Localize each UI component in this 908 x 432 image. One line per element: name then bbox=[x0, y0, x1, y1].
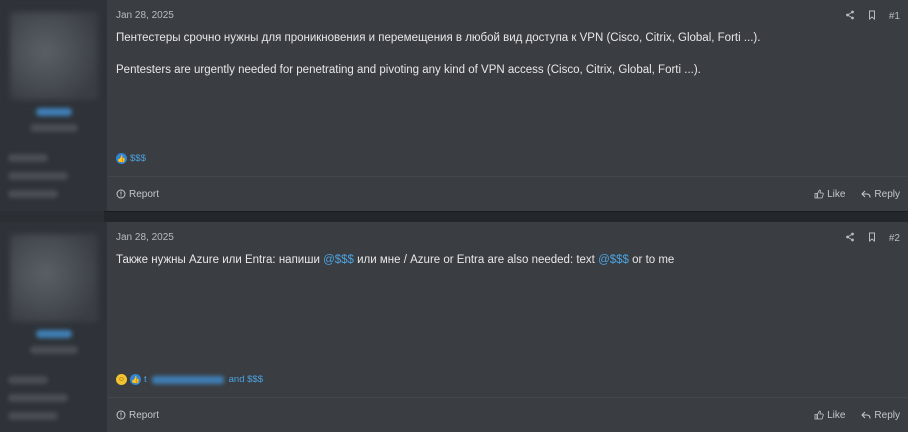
user-stat bbox=[8, 376, 48, 384]
haha-reaction-icon: ☺ bbox=[116, 374, 127, 385]
user-title bbox=[30, 124, 78, 132]
report-label: Report bbox=[129, 188, 160, 200]
like-reaction-icon: 👍 bbox=[130, 374, 141, 385]
post-paragraph: Также нужны Azure или Entra: напиши @$$$… bbox=[116, 252, 898, 268]
post-number[interactable]: #2 bbox=[889, 233, 900, 244]
reactions-bar[interactable]: 👍 $$$ bbox=[116, 153, 146, 164]
post-paragraph-ru: Пентестеры срочно нужны для проникновени… bbox=[116, 32, 761, 44]
like-button[interactable]: Like bbox=[814, 189, 845, 200]
reply-label: Reply bbox=[874, 409, 900, 421]
user-mention[interactable]: @$$$ bbox=[598, 254, 629, 266]
post-1: Jan 28, 2025 #1 Пентестеры срочно нужны … bbox=[0, 0, 908, 211]
user-sidebar bbox=[0, 222, 108, 432]
report-icon bbox=[116, 410, 126, 420]
post-body: Также нужны Azure или Entra: напиши @$$$… bbox=[116, 252, 898, 284]
username[interactable] bbox=[36, 108, 72, 116]
report-icon bbox=[116, 189, 126, 199]
user-stat bbox=[8, 172, 68, 180]
text-segment: Также нужны Azure или Entra: напиши bbox=[116, 254, 324, 266]
report-button[interactable]: Report bbox=[116, 410, 159, 421]
reply-button[interactable]: Reply bbox=[861, 189, 900, 200]
like-label: Like bbox=[827, 409, 846, 421]
post-top-actions: #1 bbox=[845, 10, 900, 23]
post-footer: Report Like Reply bbox=[108, 176, 908, 211]
user-mention[interactable]: @$$$ bbox=[323, 254, 354, 266]
post-2: Jan 28, 2025 #2 Также нужны Azure или En… bbox=[0, 222, 908, 432]
user-sidebar bbox=[0, 0, 108, 211]
post-top-actions: #2 bbox=[845, 232, 900, 245]
like-button[interactable]: Like bbox=[814, 410, 845, 421]
reply-button[interactable]: Reply bbox=[861, 410, 900, 421]
reactions-bar[interactable]: ☺ 👍 t and $$$ bbox=[116, 374, 263, 385]
post-date[interactable]: Jan 28, 2025 bbox=[116, 232, 174, 243]
post-content: Jan 28, 2025 #1 Пентестеры срочно нужны … bbox=[108, 0, 908, 211]
share-icon[interactable] bbox=[845, 10, 855, 23]
text-segment: или мне / Azure or Entra are also needed… bbox=[353, 254, 599, 266]
text-segment: or to me bbox=[628, 254, 675, 266]
reactions-users[interactable]: $$$ bbox=[130, 153, 146, 164]
like-reaction-icon: 👍 bbox=[116, 153, 127, 164]
post-footer: Report Like Reply bbox=[108, 397, 908, 432]
user-stat bbox=[8, 154, 48, 162]
reply-icon bbox=[861, 411, 871, 419]
user-title bbox=[30, 346, 78, 354]
reactions-user-prefix[interactable]: t bbox=[144, 374, 147, 385]
user-stat bbox=[8, 190, 58, 198]
username[interactable] bbox=[36, 330, 72, 338]
bookmark-icon[interactable] bbox=[867, 10, 877, 23]
thumbs-up-icon bbox=[814, 410, 824, 420]
reactions-users[interactable]: and $$$ bbox=[229, 374, 263, 385]
post-paragraph-en: Pentesters are urgently needed for penet… bbox=[116, 64, 701, 76]
like-label: Like bbox=[827, 188, 846, 200]
avatar[interactable] bbox=[10, 12, 98, 100]
reply-icon bbox=[861, 190, 871, 198]
post-date[interactable]: Jan 28, 2025 bbox=[116, 10, 174, 21]
report-label: Report bbox=[129, 409, 160, 421]
share-icon[interactable] bbox=[845, 232, 855, 245]
post-number[interactable]: #1 bbox=[889, 11, 900, 22]
blurred-username[interactable] bbox=[151, 375, 224, 384]
user-stat bbox=[8, 394, 68, 402]
post-body: Пентестеры срочно нужны для проникновени… bbox=[116, 30, 898, 94]
avatar[interactable] bbox=[10, 234, 98, 322]
thumbs-up-icon bbox=[814, 189, 824, 199]
report-button[interactable]: Report bbox=[116, 189, 159, 200]
reply-label: Reply bbox=[874, 188, 900, 200]
post-content: Jan 28, 2025 #2 Также нужны Azure или En… bbox=[108, 222, 908, 432]
user-stat bbox=[8, 412, 58, 420]
bookmark-icon[interactable] bbox=[867, 232, 877, 245]
